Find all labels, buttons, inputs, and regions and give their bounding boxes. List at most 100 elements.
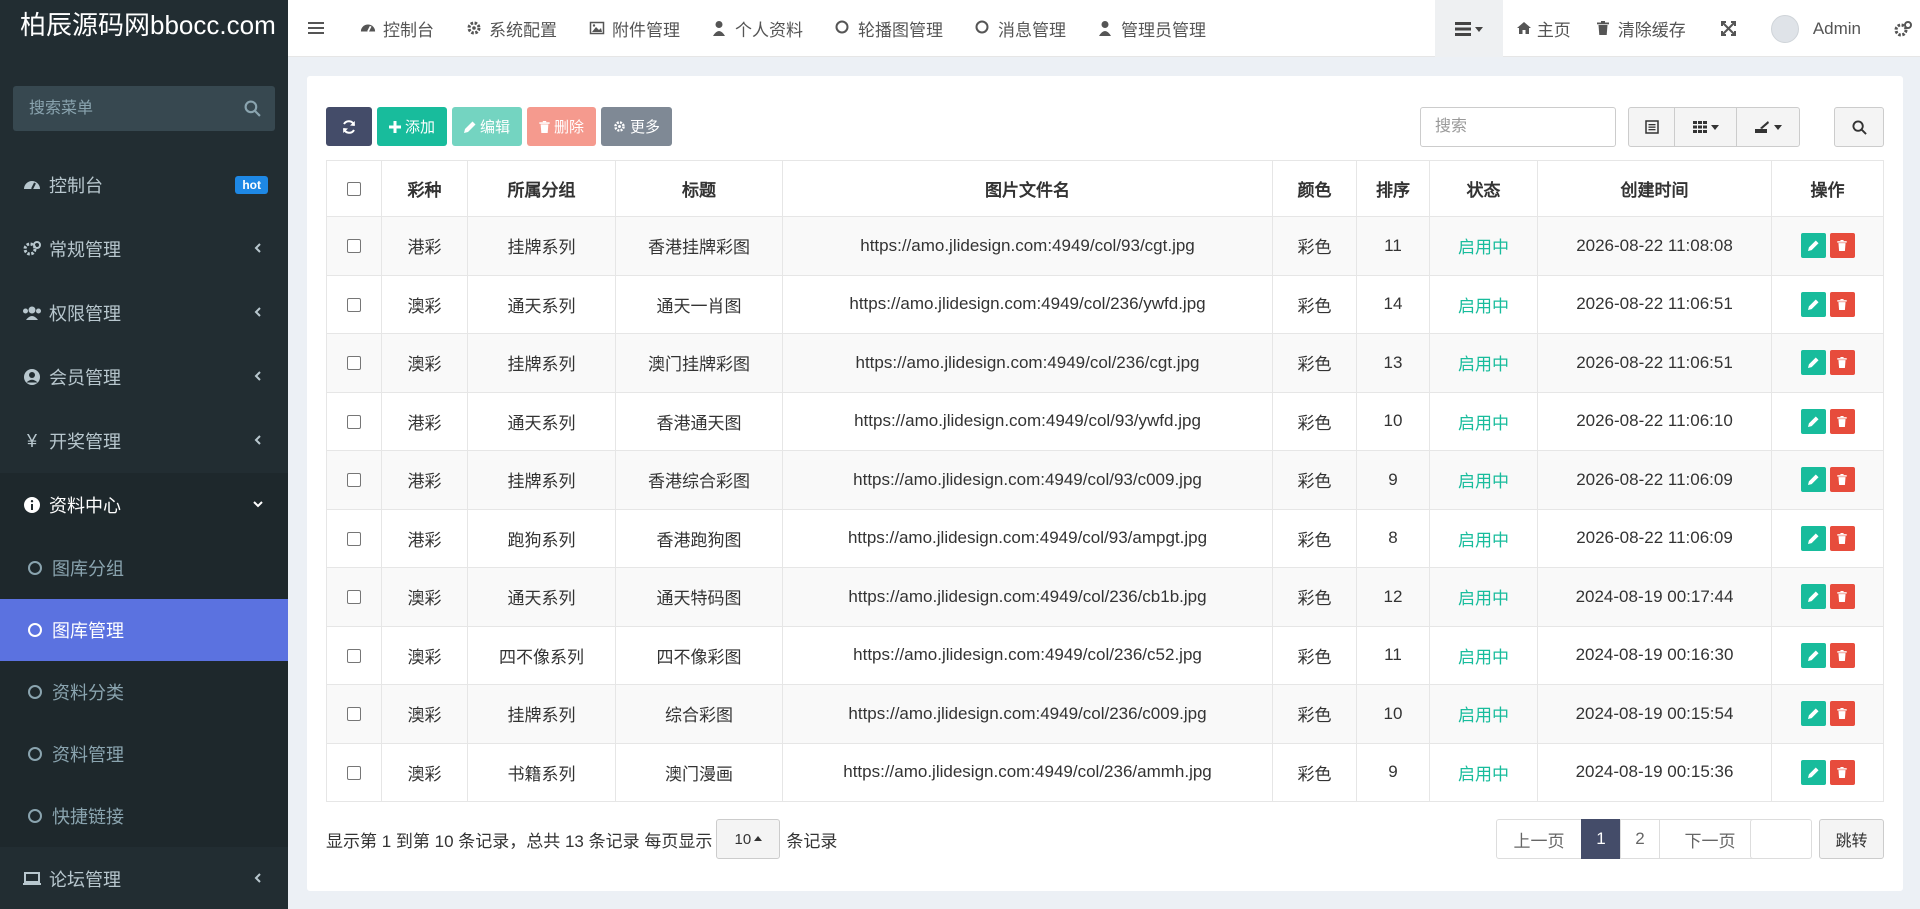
row-delete-button[interactable] — [1829, 701, 1855, 727]
sidebar-toggle-button[interactable] — [288, 0, 344, 57]
next-page-button[interactable]: 下一页 — [1659, 819, 1761, 859]
sidebar-item-dashboard[interactable]: 控制台 hot — [0, 153, 288, 217]
row-edit-button[interactable] — [1800, 642, 1826, 668]
table-row[interactable]: 港彩 通天系列 香港通天图 https://amo.jlidesign.com:494… — [326, 391, 1884, 451]
row-checkbox[interactable] — [347, 590, 361, 605]
table-row[interactable]: 港彩 挂牌系列 香港综合彩图 https://amo.jlidesign.com:49… — [326, 450, 1884, 510]
cell-color: 彩色 — [1272, 274, 1357, 334]
toggle-card-view-button[interactable] — [1629, 108, 1675, 146]
row-edit-button[interactable] — [1800, 467, 1826, 493]
column-header[interactable]: 所属分组 — [467, 160, 616, 217]
column-header[interactable]: 排序 — [1356, 160, 1430, 217]
row-delete-button[interactable] — [1829, 584, 1855, 610]
sidebar-item-forum[interactable]: 论坛管理 — [0, 847, 288, 909]
page-button-1[interactable]: 1 — [1581, 819, 1621, 859]
row-delete-button[interactable] — [1829, 291, 1855, 317]
sidebar-subitem-gallery-group[interactable]: 图库分组 — [0, 537, 288, 599]
table-row[interactable]: 澳彩 通天系列 通天特码图 https://amo.jlidesign.com:494… — [326, 567, 1884, 627]
table-search-input[interactable] — [1421, 108, 1615, 146]
row-checkbox[interactable] — [347, 239, 361, 254]
row-edit-button[interactable] — [1800, 408, 1826, 434]
tab-system-config[interactable]: 系统配置 — [450, 0, 573, 57]
columns-dropdown-button[interactable] — [1675, 108, 1737, 146]
table-row[interactable]: 港彩 跑狗系列 香港跑狗图 https://amo.jlidesign.com:494… — [326, 508, 1884, 568]
sidebar-item-info-center[interactable]: 资料中心 — [0, 473, 288, 537]
column-header[interactable]: 颜色 — [1272, 160, 1357, 217]
row-edit-button[interactable] — [1800, 759, 1826, 785]
sidebar-subitem-doc-category[interactable]: 资料分类 — [0, 661, 288, 723]
row-checkbox[interactable] — [347, 473, 361, 488]
tab-carousel[interactable]: 轮播图管理 — [819, 0, 959, 57]
column-header[interactable]: 创建时间 — [1537, 160, 1772, 217]
sidebar-item-permission[interactable]: 权限管理 — [0, 281, 288, 345]
edit-button[interactable]: 编辑 — [452, 107, 523, 146]
search-icon[interactable] — [244, 100, 261, 117]
page-jump-input[interactable] — [1751, 820, 1811, 858]
row-delete-button[interactable] — [1829, 408, 1855, 434]
table-row[interactable]: 港彩 挂牌系列 香港挂牌彩图 https://amo.jlidesign.com:49… — [326, 216, 1884, 276]
refresh-button[interactable] — [326, 107, 372, 146]
tab-dropdown-button[interactable] — [1434, 0, 1503, 57]
column-header[interactable]: 图片文件名 — [782, 160, 1273, 217]
row-checkbox[interactable] — [347, 297, 361, 312]
row-edit-button[interactable] — [1800, 233, 1826, 259]
tab-attachments[interactable]: 附件管理 — [573, 0, 696, 57]
tab-profile[interactable]: 个人资料 — [696, 0, 819, 57]
table-row[interactable]: 澳彩 通天系列 通天一肖图 https://amo.jlidesign.com:494… — [326, 274, 1884, 334]
row-delete-button[interactable] — [1829, 233, 1855, 259]
table-row[interactable]: 澳彩 挂牌系列 综合彩图 https://amo.jlidesign.com:4949… — [326, 684, 1884, 744]
row-delete-button[interactable] — [1829, 350, 1855, 376]
more-button[interactable]: 更多 — [601, 107, 673, 146]
row-delete-button[interactable] — [1829, 525, 1855, 551]
column-header[interactable]: 状态 — [1429, 160, 1538, 217]
delete-button[interactable]: 删除 — [527, 107, 597, 146]
row-delete-button[interactable] — [1829, 642, 1855, 668]
row-edit-button[interactable] — [1800, 291, 1826, 317]
table-search-button[interactable] — [1834, 107, 1884, 147]
row-delete-button[interactable] — [1829, 759, 1855, 785]
row-checkbox[interactable] — [347, 648, 361, 663]
row-edit-button[interactable] — [1800, 350, 1826, 376]
tab-admins[interactable]: 管理员管理 — [1082, 0, 1222, 57]
prev-page-button[interactable]: 上一页 — [1496, 819, 1582, 859]
row-checkbox[interactable] — [347, 356, 361, 371]
page-size-select[interactable]: 10 — [716, 819, 781, 859]
menu-search-input[interactable] — [13, 86, 275, 131]
sidebar-item-members[interactable]: 会员管理 — [0, 345, 288, 409]
sidebar-subitem-doc-manage[interactable]: 资料管理 — [0, 723, 288, 785]
column-header[interactable]: 标题 — [615, 160, 783, 217]
table-row[interactable]: 澳彩 挂牌系列 澳门挂牌彩图 https://amo.jlidesign.com:49… — [326, 333, 1884, 393]
row-checkbox[interactable] — [347, 531, 361, 546]
add-button[interactable]: 添加 — [377, 107, 448, 146]
page-jump-button[interactable]: 跳转 — [1819, 819, 1884, 859]
export-dropdown-button[interactable] — [1737, 108, 1799, 146]
column-header[interactable]: 彩种 — [381, 160, 468, 217]
select-all-checkbox[interactable] — [347, 182, 361, 197]
app-logo[interactable]: 柏辰源码网bbocc.com — [0, 0, 288, 50]
caret-up-icon — [754, 836, 763, 841]
row-edit-button[interactable] — [1800, 584, 1826, 610]
table-row[interactable]: 澳彩 书籍系列 澳门漫画 https://amo.jlidesign.com:4949… — [326, 742, 1884, 802]
sidebar-item-general[interactable]: 常规管理 — [0, 217, 288, 281]
page-button-2[interactable]: 2 — [1620, 819, 1660, 859]
row-checkbox[interactable] — [347, 414, 361, 429]
user-menu[interactable]: Admin — [1758, 0, 1874, 57]
row-checkbox[interactable] — [347, 707, 361, 722]
sidebar-subitem-quick-links[interactable]: 快捷链接 — [0, 785, 288, 847]
row-checkbox[interactable] — [347, 765, 361, 780]
sidebar-subitem-gallery-manage[interactable]: 图库管理 — [0, 599, 288, 661]
table-row[interactable]: 澳彩 四不像系列 四不像彩图 https://amo.jlidesign.com:49… — [326, 625, 1884, 685]
row-delete-button[interactable] — [1829, 467, 1855, 493]
settings-button[interactable] — [1874, 0, 1920, 57]
tab-dashboard[interactable]: 控制台 — [344, 0, 450, 57]
row-edit-button[interactable] — [1800, 525, 1826, 551]
tab-label: 消息管理 — [998, 20, 1066, 40]
sidebar-item-lottery[interactable]: ¥ 开奖管理 — [0, 409, 288, 473]
row-edit-button[interactable] — [1800, 701, 1826, 727]
pencil-icon — [1807, 708, 1819, 720]
home-link[interactable]: 主页 — [1503, 0, 1584, 57]
fullscreen-button[interactable] — [1699, 0, 1758, 57]
clear-cache-button[interactable]: 清除缓存 — [1584, 0, 1699, 57]
cell-file: https://amo.jlidesign.com:4949/col/236/c… — [782, 625, 1273, 685]
tab-messages[interactable]: 消息管理 — [959, 0, 1082, 57]
